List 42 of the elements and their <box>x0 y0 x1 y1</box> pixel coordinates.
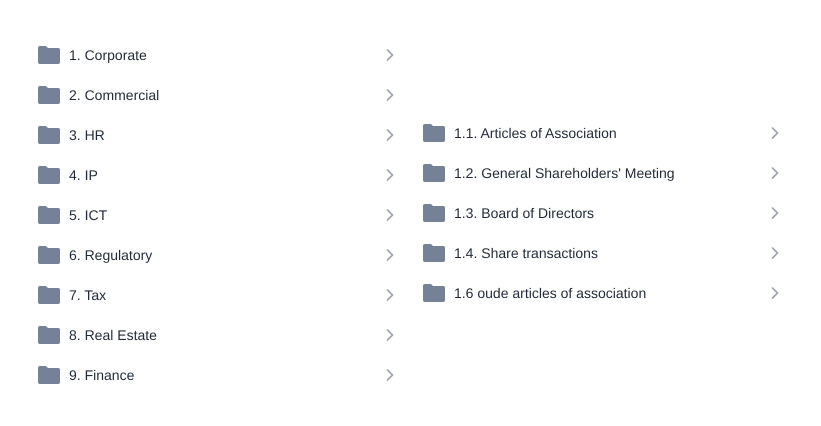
folder-icon <box>423 164 445 182</box>
folder-icon <box>38 126 60 144</box>
folder-item[interactable]: 3. HR <box>38 115 396 155</box>
folder-item[interactable]: 1.1. Articles of Association <box>423 113 781 153</box>
chevron-right-icon <box>386 89 394 101</box>
folder-item[interactable]: 1. Corporate <box>38 35 396 75</box>
folder-icon <box>38 46 60 64</box>
folder-icon <box>423 244 445 262</box>
chevron-right-icon <box>771 247 779 259</box>
folder-item[interactable]: 4. IP <box>38 155 396 195</box>
chevron-right-icon <box>386 169 394 181</box>
chevron-right-icon <box>386 209 394 221</box>
chevron-right-icon <box>771 287 779 299</box>
chevron-right-icon <box>386 49 394 61</box>
folder-icon <box>423 204 445 222</box>
chevron-right-icon <box>386 289 394 301</box>
folder-item[interactable]: 2. Commercial <box>38 75 396 115</box>
folder-icon <box>38 206 60 224</box>
folder-item[interactable]: 6. Regulatory <box>38 235 396 275</box>
chevron-right-icon <box>386 369 394 381</box>
chevron-right-icon <box>771 127 779 139</box>
folder-item[interactable]: 1.6 oude articles of association <box>423 273 781 313</box>
chevron-right-icon <box>386 249 394 261</box>
folder-item[interactable]: 1.3. Board of Directors <box>423 193 781 233</box>
folder-icon <box>38 326 60 344</box>
chevron-right-icon <box>771 207 779 219</box>
folder-item[interactable]: 1.4. Share transactions <box>423 233 781 273</box>
folder-item[interactable]: 5. ICT <box>38 195 396 235</box>
folder-icon <box>38 86 60 104</box>
folder-item[interactable]: 9. Finance <box>38 355 396 395</box>
chevron-right-icon <box>771 167 779 179</box>
folder-icon <box>423 124 445 142</box>
folder-icon <box>423 284 445 302</box>
folder-item[interactable]: 1.2. General Shareholders' Meeting <box>423 153 781 193</box>
chevron-right-icon <box>386 129 394 141</box>
folder-icon <box>38 166 60 184</box>
folder-icon <box>38 286 60 304</box>
folder-icon <box>38 246 60 264</box>
folder-item[interactable]: 7. Tax <box>38 275 396 315</box>
chevron-right-icon <box>386 329 394 341</box>
folder-icon <box>38 366 60 384</box>
folder-item[interactable]: 8. Real Estate <box>38 315 396 355</box>
